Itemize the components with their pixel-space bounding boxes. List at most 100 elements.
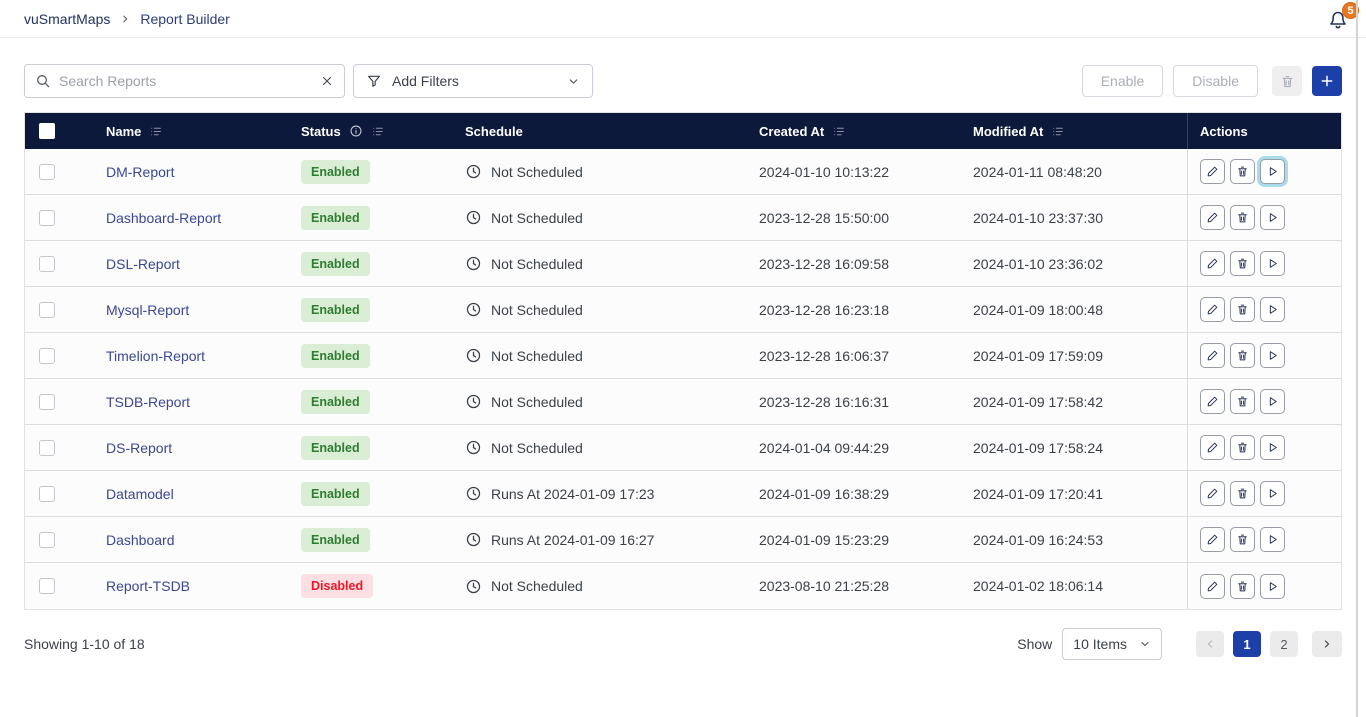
delete-button[interactable] [1230,159,1255,184]
delete-button[interactable] [1230,389,1255,414]
delete-button[interactable] [1230,527,1255,552]
play-icon [1266,165,1279,178]
row-checkbox[interactable] [39,578,55,594]
edit-button[interactable] [1200,389,1225,414]
delete-button[interactable] [1230,343,1255,368]
run-button[interactable] [1260,435,1285,460]
edit-button[interactable] [1200,205,1225,230]
vertical-scrollbar[interactable] [1356,0,1358,717]
delete-button[interactable] [1230,481,1255,506]
row-checkbox[interactable] [39,302,55,318]
play-icon [1266,395,1279,408]
report-name-link[interactable]: DSL-Report [106,256,180,272]
list-filter-icon[interactable] [1051,125,1065,138]
trash-icon [1236,580,1249,593]
edit-button[interactable] [1200,435,1225,460]
add-filters-dropdown[interactable]: Add Filters [353,64,593,98]
list-filter-icon[interactable] [149,125,163,138]
run-button[interactable] [1260,297,1285,322]
row-checkbox[interactable] [39,440,55,456]
select-all-checkbox[interactable] [39,123,55,139]
edit-button[interactable] [1200,574,1225,599]
created-at-text: 2024-01-09 16:38:29 [759,486,889,502]
modified-at-text: 2024-01-09 17:58:24 [973,440,1103,456]
page-size-select[interactable]: 10 Items [1062,628,1162,660]
delete-button[interactable] [1230,205,1255,230]
edit-button[interactable] [1200,297,1225,322]
edit-button[interactable] [1200,527,1225,552]
modified-at-text: 2024-01-10 23:37:30 [973,210,1103,226]
row-checkbox[interactable] [39,256,55,272]
delete-button[interactable] [1230,435,1255,460]
trash-icon [1280,74,1295,89]
report-name-link[interactable]: DM-Report [106,164,174,180]
search-input[interactable] [59,73,312,89]
chevron-down-icon [567,75,580,88]
report-name-link[interactable]: TSDB-Report [106,394,190,410]
delete-button[interactable] [1230,251,1255,276]
page-button-2[interactable]: 2 [1270,631,1298,657]
run-button[interactable] [1260,527,1285,552]
run-button[interactable] [1260,574,1285,599]
trash-icon [1236,165,1249,178]
delete-button[interactable] [1230,297,1255,322]
play-icon [1266,580,1279,593]
delete-button[interactable] [1230,574,1255,599]
row-checkbox[interactable] [39,348,55,364]
info-icon[interactable] [349,124,363,138]
edit-button[interactable] [1200,159,1225,184]
trash-icon [1236,349,1249,362]
report-name-link[interactable]: Datamodel [106,486,174,502]
status-badge: Enabled [301,206,370,230]
play-icon [1266,487,1279,500]
report-name-link[interactable]: Report-TSDB [106,578,190,594]
schedule-text: Not Scheduled [491,256,583,272]
row-checkbox[interactable] [39,210,55,226]
schedule-text: Not Scheduled [491,164,583,180]
prev-page-button[interactable] [1196,631,1224,657]
table-row: Datamodel Enabled Runs At 2024-01-09 17:… [25,471,1341,517]
schedule-text: Not Scheduled [491,578,583,594]
column-header-schedule: Schedule [465,124,523,139]
pencil-icon [1206,165,1219,178]
edit-button[interactable] [1200,251,1225,276]
run-button[interactable] [1260,481,1285,506]
disable-button[interactable]: Disable [1173,65,1258,97]
report-name-link[interactable]: Timelion-Report [106,348,205,364]
bulk-delete-button[interactable] [1272,66,1302,96]
play-icon [1266,349,1279,362]
edit-button[interactable] [1200,343,1225,368]
run-button[interactable] [1260,251,1285,276]
run-button[interactable] [1260,205,1285,230]
schedule-text: Not Scheduled [491,210,583,226]
notifications-bell[interactable]: 5 [1326,7,1352,33]
report-name-link[interactable]: Mysql-Report [106,302,189,318]
report-name-link[interactable]: Dashboard [106,532,175,548]
row-checkbox[interactable] [39,164,55,180]
page-button-1[interactable]: 1 [1233,631,1261,657]
run-button[interactable] [1260,159,1285,184]
toolbar: Add Filters Enable Disable [0,64,1366,98]
table-row: Report-TSDB Disabled Not Scheduled 2023-… [25,563,1341,609]
report-name-link[interactable]: DS-Report [106,440,172,456]
run-button[interactable] [1260,389,1285,414]
breadcrumb-app[interactable]: vuSmartMaps [24,11,110,27]
status-badge: Enabled [301,528,370,552]
edit-button[interactable] [1200,481,1225,506]
table-body: DM-Report Enabled Not Scheduled 2024-01-… [25,149,1341,609]
enable-button[interactable]: Enable [1082,65,1164,97]
clear-search-icon[interactable] [320,74,334,88]
row-checkbox[interactable] [39,394,55,410]
clock-icon [465,439,482,456]
run-button[interactable] [1260,343,1285,368]
row-checkbox[interactable] [39,532,55,548]
add-report-button[interactable] [1312,66,1342,96]
report-name-link[interactable]: Dashboard-Report [106,210,221,226]
table-footer: Showing 1-10 of 18 Show 10 Items 1 2 [0,628,1366,660]
list-filter-icon[interactable] [832,125,846,138]
show-label: Show [1017,636,1052,652]
next-page-button[interactable] [1312,631,1342,657]
page-size-value: 10 Items [1073,636,1127,652]
list-filter-icon[interactable] [371,125,385,138]
row-checkbox[interactable] [39,486,55,502]
